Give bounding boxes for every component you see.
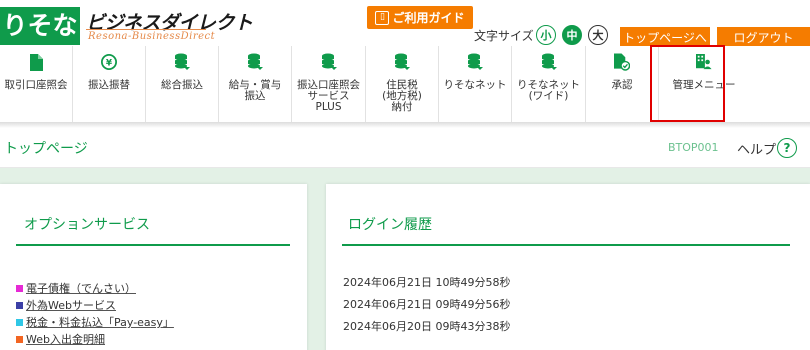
- bullet-square-icon: [16, 284, 23, 292]
- font-size-small-button[interactable]: 小: [536, 25, 556, 45]
- header: りそな ビジネスダイレクト Resona-BusinessDirect ▯ ご利…: [0, 0, 810, 47]
- list-item[interactable]: 外為Webサービス: [16, 298, 174, 312]
- menu-item-account-verification-plus[interactable]: 振込口座照会 サービス PLUS: [292, 46, 366, 122]
- font-size-label: 文字サイズ: [474, 29, 534, 43]
- bullet-square-icon: [16, 335, 23, 343]
- option-link-forex[interactable]: 外為Webサービス: [26, 297, 116, 313]
- help-icon[interactable]: ?: [777, 138, 797, 158]
- logout-button[interactable]: ログアウト: [717, 27, 810, 47]
- login-history-panel: ログイン履歴 2024年06月21日 10時49分58秒 2024年06月21日…: [326, 184, 810, 350]
- menu-label: りそなネット (ワイド): [517, 79, 580, 102]
- menu-item-resona-net[interactable]: りそなネット: [439, 46, 512, 122]
- option-link-densai[interactable]: 電子債権（でんさい）: [26, 280, 136, 296]
- coin-stack-arrow-icon: [247, 53, 263, 71]
- list-item[interactable]: 電子債権（でんさい）: [16, 281, 174, 295]
- option-link-web-statement[interactable]: Web入出金明細: [26, 331, 105, 347]
- logo-subtitle: Resona-BusinessDirect: [88, 31, 216, 42]
- yen-transfer-icon: ¥: [101, 53, 117, 71]
- list-item[interactable]: Web入出金明細: [16, 332, 174, 346]
- bullet-square-icon: [16, 301, 23, 309]
- login-history-title: ログイン履歴: [348, 217, 432, 233]
- menu-item-transfer[interactable]: ¥ 振込振替: [73, 46, 146, 122]
- menu-item-resona-net-wide[interactable]: りそなネット (ワイド): [512, 46, 586, 122]
- svg-text:¥: ¥: [106, 59, 113, 69]
- coin-stack-arrow-icon: [321, 53, 337, 71]
- menu-label: 取引口座照会: [4, 79, 68, 91]
- screen-id: BTOP001: [668, 141, 719, 154]
- page-title: トップページ: [4, 141, 88, 157]
- menu-label: 総合振込: [161, 79, 203, 91]
- coin-stack-arrow-icon: [541, 53, 557, 71]
- resona-logo[interactable]: りそな: [0, 7, 80, 45]
- menu-label: 住民税 (地方税) 納付: [382, 79, 422, 113]
- coin-stack-arrow-icon: [467, 53, 483, 71]
- option-link-pay-easy[interactable]: 税金・料金払込「Pay-easy」: [26, 314, 174, 330]
- font-size-medium-button[interactable]: 中: [562, 25, 582, 45]
- admin-menu-highlight: [650, 45, 725, 122]
- guide-button[interactable]: ▯ ご利用ガイド: [367, 6, 473, 29]
- menu-label: 承認: [611, 79, 633, 91]
- font-size-large-button[interactable]: 大: [588, 25, 608, 45]
- coin-stack-arrow-icon: [394, 53, 410, 71]
- menu-label: 給与・賞与 振込: [228, 79, 282, 102]
- guide-button-label: ご利用ガイド: [392, 11, 465, 25]
- menu-item-payroll-transfer[interactable]: 給与・賞与 振込: [219, 46, 292, 122]
- login-history-list: 2024年06月21日 10時49分58秒 2024年06月21日 09時49分…: [343, 274, 510, 340]
- top-page-button[interactable]: トップページへ: [620, 27, 710, 47]
- option-services-panel: オプションサービス 電子債権（でんさい） 外為Webサービス 税金・料金払込「P…: [0, 184, 307, 350]
- logo-underline: [86, 29, 206, 30]
- login-history-entry: 2024年06月21日 10時49分58秒: [343, 276, 511, 289]
- option-services-title: オプションサービス: [24, 217, 150, 233]
- section-divider: [342, 244, 790, 246]
- main-content: オプションサービス 電子債権（でんさい） 外為Webサービス 税金・料金払込「P…: [0, 168, 810, 350]
- document-icon: [28, 53, 44, 71]
- help-link[interactable]: ヘルプ: [737, 139, 776, 158]
- option-services-list: 電子債権（でんさい） 外為Webサービス 税金・料金払込「Pay-easy」 W…: [16, 281, 174, 349]
- menu-item-resident-tax[interactable]: 住民税 (地方税) 納付: [366, 46, 439, 122]
- approve-document-icon: [614, 53, 630, 71]
- bullet-square-icon: [16, 318, 23, 326]
- menu-label: 振込振替: [88, 79, 130, 91]
- list-item[interactable]: 税金・料金払込「Pay-easy」: [16, 315, 174, 329]
- menu-item-bulk-transfer[interactable]: 総合振込: [146, 46, 219, 122]
- book-icon: ▯: [375, 10, 390, 25]
- menu-item-account-inquiry[interactable]: 取引口座照会: [0, 46, 73, 122]
- login-history-entry: 2024年06月21日 09時49分56秒: [343, 298, 511, 311]
- menu-item-approval[interactable]: 承認: [586, 46, 659, 122]
- coin-stack-arrow-icon: [174, 53, 190, 71]
- section-divider: [16, 244, 290, 246]
- login-history-entry: 2024年06月20日 09時43分38秒: [343, 320, 511, 333]
- page-title-bar: トップページ BTOP001 ヘルプ ?: [0, 128, 810, 168]
- menu-label: りそなネット: [443, 79, 507, 91]
- menu-label: 振込口座照会 サービス PLUS: [297, 79, 360, 113]
